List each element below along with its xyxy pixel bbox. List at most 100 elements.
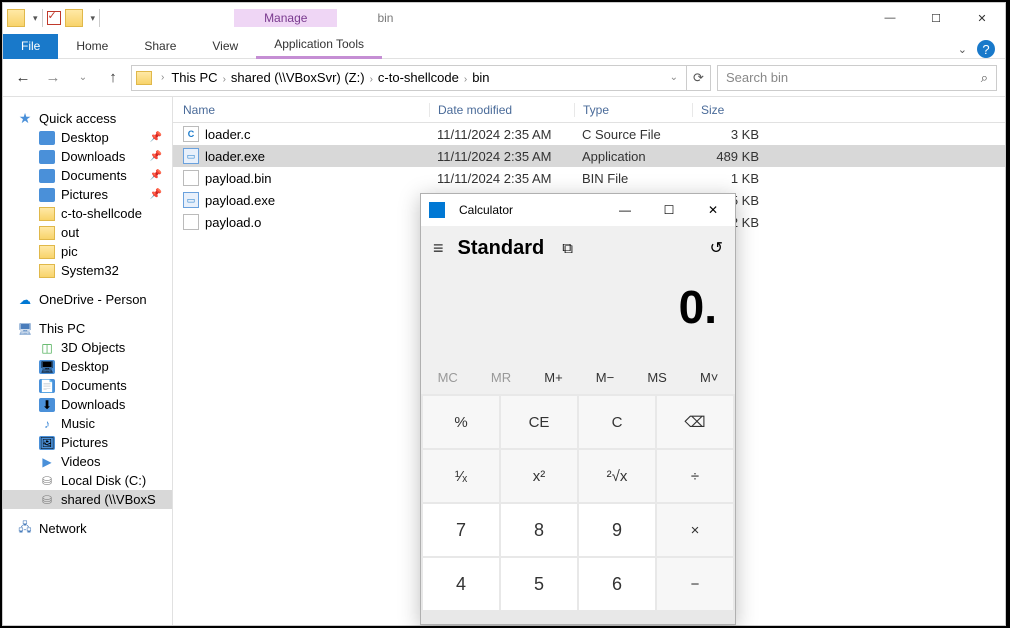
sidebar-item[interactable]: ⛁shared (\\VBoxS bbox=[3, 490, 172, 509]
file-type: Application bbox=[574, 149, 692, 164]
properties-icon[interactable] bbox=[47, 11, 61, 25]
history-icon[interactable]: ↺ bbox=[710, 238, 723, 258]
folder-icon bbox=[65, 9, 83, 27]
recent-dropdown[interactable]: ⌄ bbox=[71, 66, 95, 90]
close-button[interactable]: ✕ bbox=[691, 194, 735, 226]
col-name[interactable]: Name⌃ bbox=[173, 103, 429, 117]
calc-key[interactable]: CE bbox=[501, 396, 577, 448]
sidebar-item[interactable]: out bbox=[3, 223, 172, 242]
calc-key[interactable]: ⌫ bbox=[657, 396, 733, 448]
file-row[interactable]: Cloader.c11/11/2024 2:35 AMC Source File… bbox=[173, 123, 1005, 145]
calc-key[interactable]: × bbox=[657, 504, 733, 556]
calc-key[interactable]: 6 bbox=[579, 558, 655, 610]
col-size[interactable]: Size bbox=[692, 103, 767, 117]
calc-mem-m+[interactable]: M+ bbox=[544, 370, 562, 385]
file-row[interactable]: ▭loader.exe11/11/2024 2:35 AMApplication… bbox=[173, 145, 1005, 167]
titlebar[interactable]: ▾ ▾ Manage bin — ☐ ✕ bbox=[3, 3, 1005, 33]
sidebar-onedrive[interactable]: ☁ OneDrive - Person bbox=[3, 290, 172, 309]
sidebar-item[interactable]: c-to-shellcode bbox=[3, 204, 172, 223]
sidebar-item[interactable]: Documents📌 bbox=[3, 166, 172, 185]
calc-key[interactable]: − bbox=[657, 558, 733, 610]
folder-icon bbox=[7, 9, 25, 27]
breadcrumb-segment[interactable]: bin bbox=[470, 70, 491, 85]
calc-key[interactable]: ÷ bbox=[657, 450, 733, 502]
calc-mem-ms[interactable]: MS bbox=[647, 370, 667, 385]
sidebar-item[interactable]: ⬇Downloads bbox=[3, 395, 172, 414]
calc-key[interactable]: x² bbox=[501, 450, 577, 502]
menu-icon[interactable]: ≡ bbox=[433, 238, 444, 259]
sidebar-item[interactable]: 🖥Desktop bbox=[3, 357, 172, 376]
maximize-button[interactable]: ☐ bbox=[913, 3, 959, 33]
sidebar-item[interactable]: Downloads📌 bbox=[3, 147, 172, 166]
file-type: BIN File bbox=[574, 171, 692, 186]
minimize-button[interactable]: — bbox=[603, 194, 647, 226]
address-bar[interactable]: › This PC›shared (\\VBoxSvr) (Z:)›c-to-s… bbox=[131, 65, 711, 91]
quick-access-toolbar: ▾ ▾ bbox=[3, 9, 104, 27]
file-row[interactable]: payload.bin11/11/2024 2:35 AMBIN File1 K… bbox=[173, 167, 1005, 189]
minimize-button[interactable]: — bbox=[867, 3, 913, 33]
close-button[interactable]: ✕ bbox=[959, 3, 1005, 33]
ribbon-tab-view[interactable]: View bbox=[194, 34, 256, 58]
chevron-right-icon[interactable]: › bbox=[158, 72, 167, 83]
sidebar-item[interactable]: Pictures📌 bbox=[3, 185, 172, 204]
file-size: 489 KB bbox=[692, 149, 767, 164]
calc-key[interactable]: 7 bbox=[423, 504, 499, 556]
sidebar-item[interactable]: 🖼Pictures bbox=[3, 433, 172, 452]
col-date[interactable]: Date modified bbox=[429, 103, 574, 117]
chevron-right-icon[interactable]: › bbox=[367, 74, 376, 85]
calc-key[interactable]: 5 bbox=[501, 558, 577, 610]
ribbon-chevron-icon[interactable]: ⌄ bbox=[958, 43, 967, 56]
calc-key[interactable]: ²√x bbox=[579, 450, 655, 502]
sidebar-item[interactable]: pic bbox=[3, 242, 172, 261]
calc-key[interactable]: ¹⁄ₓ bbox=[423, 450, 499, 502]
calc-key[interactable]: 9 bbox=[579, 504, 655, 556]
forward-button[interactable]: → bbox=[41, 66, 65, 90]
back-button[interactable]: ← bbox=[11, 66, 35, 90]
chevron-down-icon[interactable]: ▾ bbox=[91, 13, 96, 24]
sidebar-this-pc[interactable]: 🖥 This PC bbox=[3, 319, 172, 338]
help-icon[interactable]: ? bbox=[977, 40, 995, 58]
calc-mem-m−[interactable]: M− bbox=[596, 370, 614, 385]
keep-on-top-icon[interactable]: ⧉ bbox=[562, 240, 573, 257]
window-controls: — ☐ ✕ bbox=[867, 3, 1005, 33]
calc-key[interactable]: C bbox=[579, 396, 655, 448]
chevron-right-icon[interactable]: › bbox=[461, 74, 470, 85]
sidebar-item[interactable]: ▶Videos bbox=[3, 452, 172, 471]
ribbon-tab-application-tools[interactable]: Application Tools bbox=[256, 32, 382, 59]
breadcrumb-segment[interactable]: shared (\\VBoxSvr) (Z:) bbox=[229, 70, 367, 85]
breadcrumb-segment[interactable]: c-to-shellcode bbox=[376, 70, 461, 85]
chevron-down-icon[interactable]: ▾ bbox=[33, 13, 38, 24]
chevron-down-icon[interactable]: ⌄ bbox=[667, 72, 684, 83]
sidebar-item[interactable]: ⛁Local Disk (C:) bbox=[3, 471, 172, 490]
calc-header: ≡ Standard ⧉ ↺ bbox=[421, 226, 735, 270]
sidebar-network[interactable]: 🖧 Network bbox=[3, 519, 172, 538]
file-date: 11/11/2024 2:35 AM bbox=[429, 149, 574, 164]
manage-context-tab[interactable]: Manage bbox=[234, 9, 337, 27]
up-button[interactable]: ↑ bbox=[101, 66, 125, 90]
chevron-right-icon[interactable]: › bbox=[220, 74, 229, 85]
sidebar-label: Downloads bbox=[61, 397, 125, 412]
file-name: payload.o bbox=[205, 215, 261, 230]
ribbon: File HomeShareViewApplication Tools ⌄ ? bbox=[3, 33, 1005, 59]
col-type[interactable]: Type bbox=[574, 103, 692, 117]
calc-mem-m˅[interactable]: M˅ bbox=[700, 370, 718, 385]
calc-key[interactable]: % bbox=[423, 396, 499, 448]
sidebar-item[interactable]: ♪Music bbox=[3, 414, 172, 433]
sidebar-item[interactable]: ◫3D Objects bbox=[3, 338, 172, 357]
drive-icon: ⛁ bbox=[39, 474, 55, 488]
file-type: C Source File bbox=[574, 127, 692, 142]
calc-key[interactable]: 8 bbox=[501, 504, 577, 556]
sidebar-quick-access[interactable]: ★ Quick access bbox=[3, 109, 172, 128]
file-menu[interactable]: File bbox=[3, 34, 58, 59]
breadcrumb-segment[interactable]: This PC bbox=[169, 70, 219, 85]
refresh-button[interactable]: ⟳ bbox=[686, 66, 710, 90]
maximize-button[interactable]: ☐ bbox=[647, 194, 691, 226]
sidebar-item[interactable]: System32 bbox=[3, 261, 172, 280]
ribbon-tab-share[interactable]: Share bbox=[126, 34, 194, 58]
ribbon-tab-home[interactable]: Home bbox=[58, 34, 126, 58]
sidebar-item[interactable]: 📄Documents bbox=[3, 376, 172, 395]
sidebar-item[interactable]: Desktop📌 bbox=[3, 128, 172, 147]
calc-key[interactable]: 4 bbox=[423, 558, 499, 610]
calc-titlebar[interactable]: Calculator — ☐ ✕ bbox=[421, 194, 735, 226]
search-input[interactable]: Search bin ⌕ bbox=[717, 65, 997, 91]
